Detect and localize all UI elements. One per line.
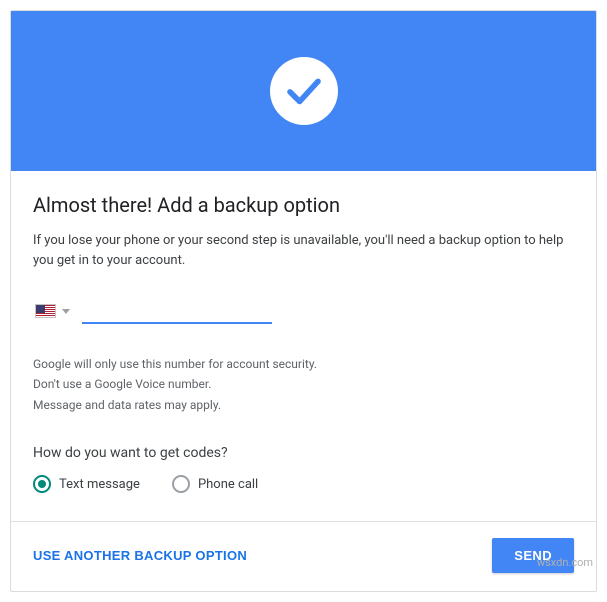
radio-phone-call[interactable]: Phone call [172, 475, 258, 493]
page-title: Almost there! Add a backup option [33, 193, 574, 217]
phone-number-input[interactable] [82, 298, 272, 324]
radio-text-message[interactable]: Text message [33, 475, 140, 493]
hint-line-1: Google will only use this number for acc… [33, 354, 574, 374]
watermark-text: wsxdn.com [537, 556, 593, 569]
radio-icon [172, 475, 190, 493]
banner [11, 11, 596, 171]
actions-row: USE ANOTHER BACKUP OPTION SEND [33, 538, 574, 573]
country-select[interactable] [33, 300, 72, 322]
radio-label-text-message: Text message [59, 477, 140, 492]
divider [11, 521, 596, 522]
radio-icon [33, 475, 51, 493]
radio-label-phone-call: Phone call [198, 477, 258, 492]
hint-text-block: Google will only use this number for acc… [33, 354, 574, 415]
check-circle-icon [270, 57, 338, 125]
content-area: Almost there! Add a backup option If you… [11, 171, 596, 591]
use-another-backup-link[interactable]: USE ANOTHER BACKUP OPTION [33, 548, 247, 563]
checkmark-icon [283, 70, 325, 112]
code-delivery-options: Text message Phone call [33, 475, 574, 493]
phone-input-row [33, 298, 574, 324]
hint-line-3: Message and data rates may apply. [33, 395, 574, 415]
us-flag-icon [35, 304, 56, 318]
hint-line-2: Don't use a Google Voice number. [33, 374, 574, 394]
description-text: If you lose your phone or your second st… [33, 231, 574, 270]
backup-option-card: Almost there! Add a backup option If you… [10, 10, 597, 592]
codes-question: How do you want to get codes? [33, 445, 574, 461]
chevron-down-icon [62, 309, 70, 314]
